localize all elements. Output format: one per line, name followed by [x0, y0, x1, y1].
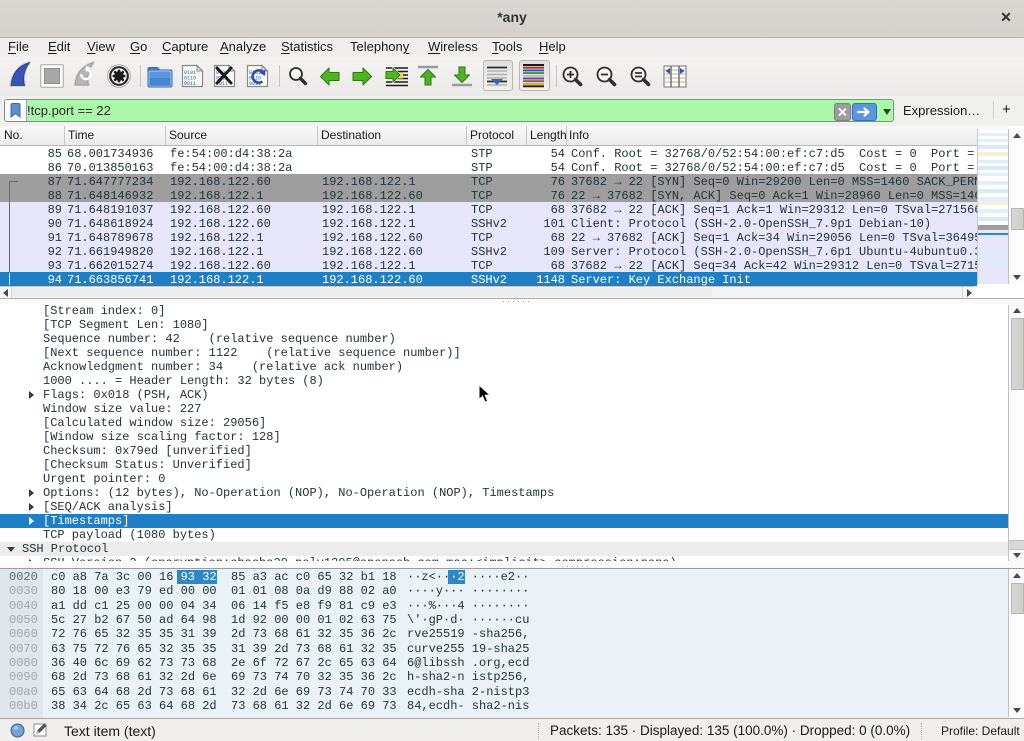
- svg-text:0011: 0011: [184, 81, 196, 87]
